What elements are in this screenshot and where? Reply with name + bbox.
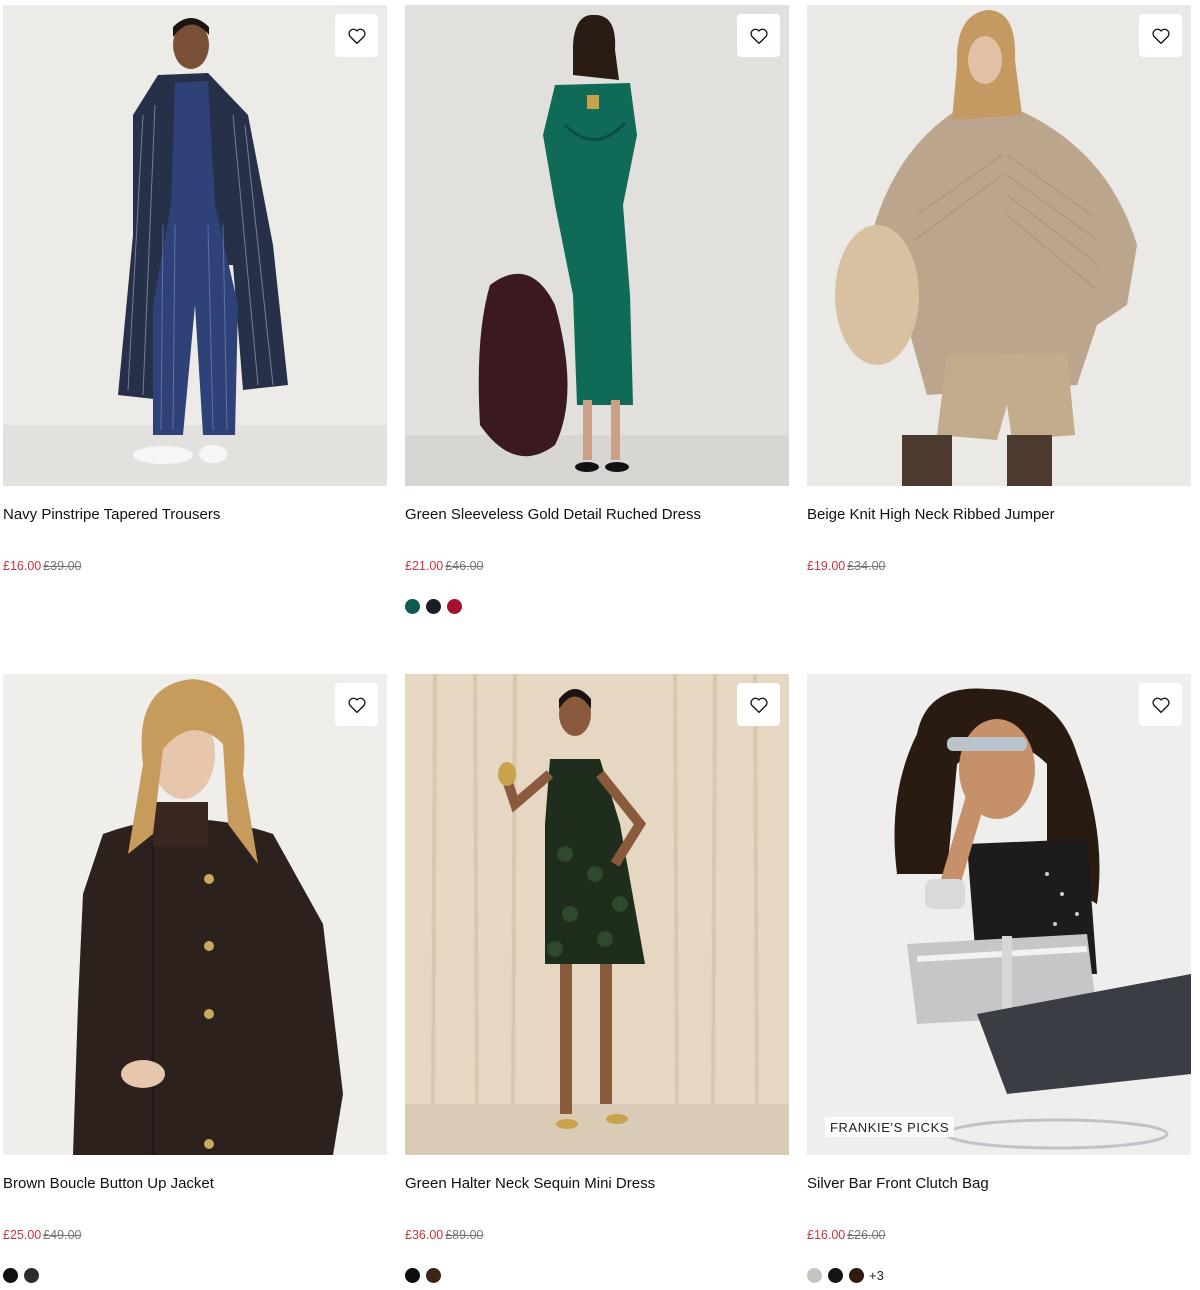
product-photo <box>807 674 1191 1155</box>
sale-price: £16.00 <box>3 559 42 573</box>
product-price: £36.00 £89.00 <box>405 1227 789 1243</box>
product-card[interactable]: Green Sleeveless Gold Detail Ruched Dres… <box>405 5 789 614</box>
product-image[interactable] <box>3 5 387 486</box>
product-title[interactable]: Navy Pinstripe Tapered Trousers <box>3 505 387 525</box>
color-swatches <box>405 1267 789 1283</box>
sale-price: £19.00 <box>807 559 846 573</box>
color-swatches <box>405 598 789 614</box>
heart-outline-icon <box>749 28 768 44</box>
heart-outline-icon <box>749 697 768 713</box>
product-image[interactable] <box>3 674 387 1155</box>
product-image[interactable]: FRANKIE'S PICKS <box>807 674 1191 1155</box>
original-price: £39.00 <box>43 559 82 573</box>
wishlist-button[interactable] <box>335 14 378 57</box>
wishlist-button[interactable] <box>1139 14 1182 57</box>
sale-price: £21.00 <box>405 559 444 573</box>
product-title[interactable]: Green Sleeveless Gold Detail Ruched Dres… <box>405 505 789 525</box>
original-price: £49.00 <box>43 1228 82 1242</box>
product-card[interactable]: Brown Boucle Button Up Jacket £25.00 £49.… <box>3 674 387 1283</box>
color-swatch[interactable] <box>405 1267 420 1283</box>
original-price: £46.00 <box>445 559 484 573</box>
promo-badge: FRANKIE'S PICKS <box>825 1117 955 1137</box>
original-price: £89.00 <box>445 1228 484 1242</box>
product-title[interactable]: Green Halter Neck Sequin Mini Dress <box>405 1174 789 1194</box>
product-title[interactable]: Brown Boucle Button Up Jacket <box>3 1174 387 1194</box>
sale-price: £25.00 <box>3 1228 42 1242</box>
sale-price: £36.00 <box>405 1228 444 1242</box>
product-price: £21.00 £46.00 <box>405 558 789 574</box>
product-price: £25.00 £49.00 <box>3 1227 387 1243</box>
color-swatches: +3 <box>807 1267 1191 1283</box>
product-price: £16.00 £26.00 <box>807 1227 1191 1243</box>
color-swatch[interactable] <box>3 1267 18 1283</box>
color-swatch[interactable] <box>426 598 441 614</box>
color-swatch[interactable] <box>426 1267 441 1283</box>
product-card[interactable]: Beige Knit High Neck Ribbed Jumper £19.0… <box>807 5 1191 574</box>
sale-price: £16.00 <box>807 1228 846 1242</box>
wishlist-button[interactable] <box>737 14 780 57</box>
original-price: £34.00 <box>847 559 886 573</box>
color-swatch[interactable] <box>405 598 420 614</box>
product-price: £19.00 £34.00 <box>807 558 1191 574</box>
product-price: £16.00 £39.00 <box>3 558 387 574</box>
product-image[interactable] <box>807 5 1191 486</box>
color-swatch[interactable] <box>447 598 462 614</box>
product-photo <box>3 674 387 1155</box>
heart-outline-icon <box>1151 697 1170 713</box>
wishlist-button[interactable] <box>1139 683 1182 726</box>
original-price: £26.00 <box>847 1228 886 1242</box>
product-photo <box>3 5 387 486</box>
heart-outline-icon <box>347 28 366 44</box>
product-title[interactable]: Beige Knit High Neck Ribbed Jumper <box>807 505 1191 525</box>
color-swatch[interactable] <box>849 1267 864 1283</box>
heart-outline-icon <box>1151 28 1170 44</box>
wishlist-button[interactable] <box>737 683 780 726</box>
heart-outline-icon <box>347 697 366 713</box>
color-swatch[interactable] <box>828 1267 843 1283</box>
product-photo <box>405 674 789 1155</box>
color-swatch[interactable] <box>807 1267 822 1283</box>
product-image[interactable] <box>405 674 789 1155</box>
product-image[interactable] <box>405 5 789 486</box>
product-photo <box>807 5 1191 486</box>
product-card[interactable]: FRANKIE'S PICKS Silver Bar Front Clutch … <box>807 674 1191 1283</box>
color-swatch[interactable] <box>24 1267 39 1283</box>
product-card[interactable]: Green Halter Neck Sequin Mini Dress £36.… <box>405 674 789 1283</box>
more-colors-link[interactable]: +3 <box>869 1268 884 1283</box>
product-card[interactable]: Navy Pinstripe Tapered Trousers £16.00 £3… <box>3 5 387 574</box>
product-photo <box>405 5 789 486</box>
color-swatches <box>3 1267 387 1283</box>
product-title[interactable]: Silver Bar Front Clutch Bag <box>807 1174 1191 1194</box>
wishlist-button[interactable] <box>335 683 378 726</box>
